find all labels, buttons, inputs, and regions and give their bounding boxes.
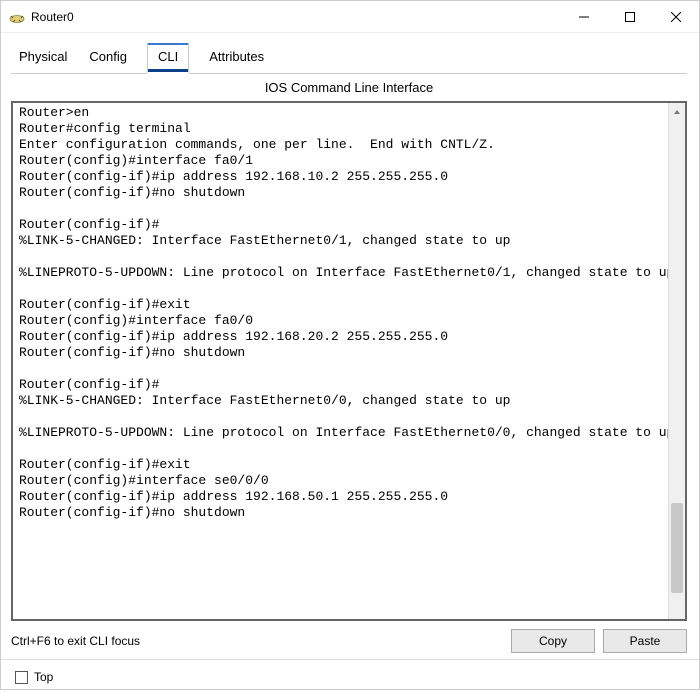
tab-config[interactable]: Config [87, 43, 129, 73]
scrollbar-up-icon[interactable] [669, 103, 685, 120]
cli-terminal[interactable]: Router>en Router#config terminal Enter c… [13, 103, 685, 619]
tab-bar: Physical Config CLI Attributes [11, 43, 687, 74]
tab-physical[interactable]: Physical [17, 43, 69, 73]
paste-button[interactable]: Paste [603, 629, 687, 653]
window-controls [561, 1, 699, 32]
top-checkbox[interactable] [15, 671, 28, 684]
close-button[interactable] [653, 1, 699, 32]
top-checkbox-label: Top [34, 670, 53, 684]
copy-button[interactable]: Copy [511, 629, 595, 653]
router-icon [9, 9, 25, 25]
cli-hint: Ctrl+F6 to exit CLI focus [11, 634, 503, 648]
bottom-bar: Top [1, 659, 699, 694]
scrollbar-thumb[interactable] [671, 503, 683, 593]
maximize-button[interactable] [607, 1, 653, 32]
content-area: Physical Config CLI Attributes IOS Comma… [1, 33, 699, 659]
cli-footer: Ctrl+F6 to exit CLI focus Copy Paste [11, 629, 687, 653]
minimize-button[interactable] [561, 1, 607, 32]
tab-cli-label: CLI [158, 49, 178, 64]
terminal-container: Router>en Router#config terminal Enter c… [11, 101, 687, 621]
panel-title: IOS Command Line Interface [11, 80, 687, 95]
tab-cli[interactable]: CLI [147, 43, 189, 74]
window-title: Router0 [31, 10, 561, 24]
titlebar: Router0 [1, 1, 699, 33]
terminal-scrollbar[interactable] [668, 103, 685, 619]
tab-attributes[interactable]: Attributes [207, 43, 266, 73]
tab-active-indicator [148, 69, 188, 72]
